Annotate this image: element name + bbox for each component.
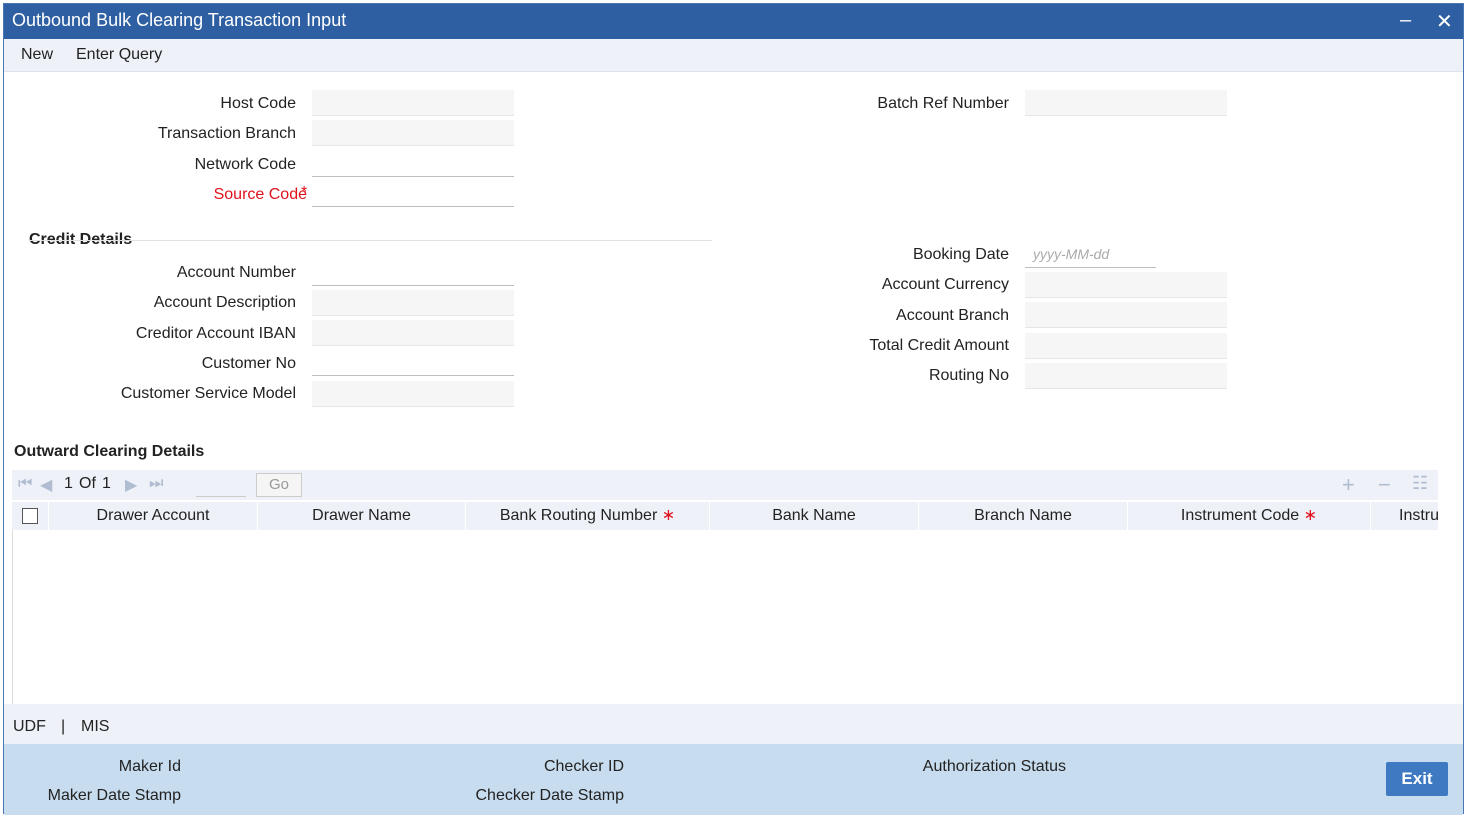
transaction-branch-field	[312, 120, 514, 146]
next-page-icon[interactable]: ▶	[125, 475, 137, 495]
source-code-label: Source Code	[213, 186, 307, 203]
first-page-icon[interactable]: ⏮	[18, 475, 32, 493]
checker-date-stamp-label: Checker Date Stamp	[475, 787, 624, 804]
list-view-icon[interactable]: ☷	[1412, 473, 1428, 494]
booking-date-label: Booking Date	[912, 246, 1009, 263]
minimize-icon[interactable]: –	[1400, 9, 1411, 32]
title-bar: Outbound Bulk Clearing Transaction Input…	[4, 4, 1463, 39]
prev-page-icon[interactable]: ◀	[40, 475, 52, 495]
account-branch-field	[1025, 302, 1227, 328]
page-of-label: Of	[79, 475, 96, 492]
outward-clearing-title: Outward Clearing Details	[14, 443, 205, 460]
menu-bar: New Enter Query	[4, 39, 1463, 72]
authorization-status-label: Authorization Status	[922, 758, 1066, 775]
routing-no-label: Routing No	[928, 367, 1009, 384]
batch-ref-number-field	[1025, 90, 1227, 116]
grid-header: Drawer Account Drawer Name Bank Routing …	[12, 502, 1438, 530]
transaction-branch-label: Transaction Branch	[157, 125, 296, 142]
customer-no-input[interactable]	[312, 350, 514, 376]
booking-date-input[interactable]: yyyy-MM-dd	[1025, 242, 1156, 268]
current-page: 1	[64, 475, 73, 492]
checker-id-label: Checker ID	[543, 758, 624, 775]
audit-footer: Maker Id Maker Date Stamp Checker ID Che…	[4, 744, 1463, 815]
menu-new[interactable]: New	[21, 46, 53, 64]
maker-id-label: Maker Id	[118, 758, 181, 775]
source-code-required-mark: *	[301, 184, 308, 201]
col-instrument-code[interactable]: Instrument Code ∗	[1128, 502, 1371, 530]
account-number-input[interactable]	[312, 260, 514, 286]
col-instru[interactable]: Instru	[1371, 502, 1438, 530]
total-pages: 1	[102, 475, 111, 492]
delete-row-icon[interactable]: −	[1378, 472, 1391, 498]
col-branch-name[interactable]: Branch Name	[919, 502, 1128, 530]
maker-date-stamp-label: Maker Date Stamp	[47, 787, 181, 804]
instrument-code-required-mark: ∗	[1303, 507, 1318, 524]
routing-no-field	[1025, 363, 1227, 389]
col-bank-routing-number[interactable]: Bank Routing Number ∗	[466, 502, 710, 530]
creditor-account-iban-field	[312, 320, 514, 346]
instrument-code-label: Instrument Code	[1180, 507, 1300, 524]
main-window: Outbound Bulk Clearing Transaction Input…	[3, 3, 1464, 815]
tab-separator: |	[61, 718, 66, 735]
exit-button[interactable]: Exit	[1386, 762, 1448, 796]
menu-enter-query[interactable]: Enter Query	[76, 46, 162, 64]
grid-body	[12, 530, 1439, 706]
customer-no-label: Customer No	[201, 355, 296, 372]
account-description-field	[312, 290, 514, 316]
go-button[interactable]: Go	[256, 473, 302, 497]
creditor-account-iban-label: Creditor Account IBAN	[135, 325, 296, 342]
host-code-field	[312, 90, 514, 116]
select-all-column	[12, 502, 49, 530]
account-description-label: Account Description	[153, 294, 296, 311]
total-credit-amount-field	[1025, 333, 1227, 359]
network-code-input[interactable]	[312, 151, 514, 177]
close-icon[interactable]: ✕	[1436, 9, 1453, 34]
booking-date-placeholder: yyyy-MM-dd	[1033, 246, 1110, 262]
mis-link[interactable]: MIS	[81, 718, 109, 736]
grid-pager: ⏮ ◀ 1 Of 1 ▶ ⏭ Go + − ☷	[12, 470, 1438, 500]
window-title: Outbound Bulk Clearing Transaction Input	[12, 10, 347, 30]
col-bank-name[interactable]: Bank Name	[710, 502, 919, 530]
select-all-checkbox[interactable]	[22, 508, 38, 524]
network-code-label: Network Code	[194, 156, 296, 173]
host-code-label: Host Code	[220, 95, 296, 112]
account-currency-label: Account Currency	[881, 276, 1009, 293]
credit-details-divider	[29, 240, 712, 241]
last-page-icon[interactable]: ⏭	[149, 475, 163, 493]
col-drawer-account[interactable]: Drawer Account	[49, 502, 258, 530]
account-number-label: Account Number	[176, 264, 296, 281]
batch-ref-number-label: Batch Ref Number	[877, 95, 1009, 112]
udf-link[interactable]: UDF	[13, 718, 46, 736]
source-code-input[interactable]	[312, 181, 514, 207]
customer-service-model-field	[312, 381, 514, 407]
subsystem-tabs: UDF | MIS	[4, 704, 1463, 744]
bank-routing-required-mark: ∗	[661, 507, 676, 524]
total-credit-amount-label: Total Credit Amount	[869, 337, 1009, 354]
col-drawer-name[interactable]: Drawer Name	[258, 502, 466, 530]
account-branch-label: Account Branch	[896, 307, 1009, 324]
bank-routing-number-label: Bank Routing Number	[499, 507, 658, 524]
page-number-input[interactable]	[196, 474, 246, 497]
account-currency-field	[1025, 272, 1227, 298]
add-row-icon[interactable]: +	[1342, 472, 1355, 498]
customer-service-model-label: Customer Service Model	[120, 385, 296, 402]
